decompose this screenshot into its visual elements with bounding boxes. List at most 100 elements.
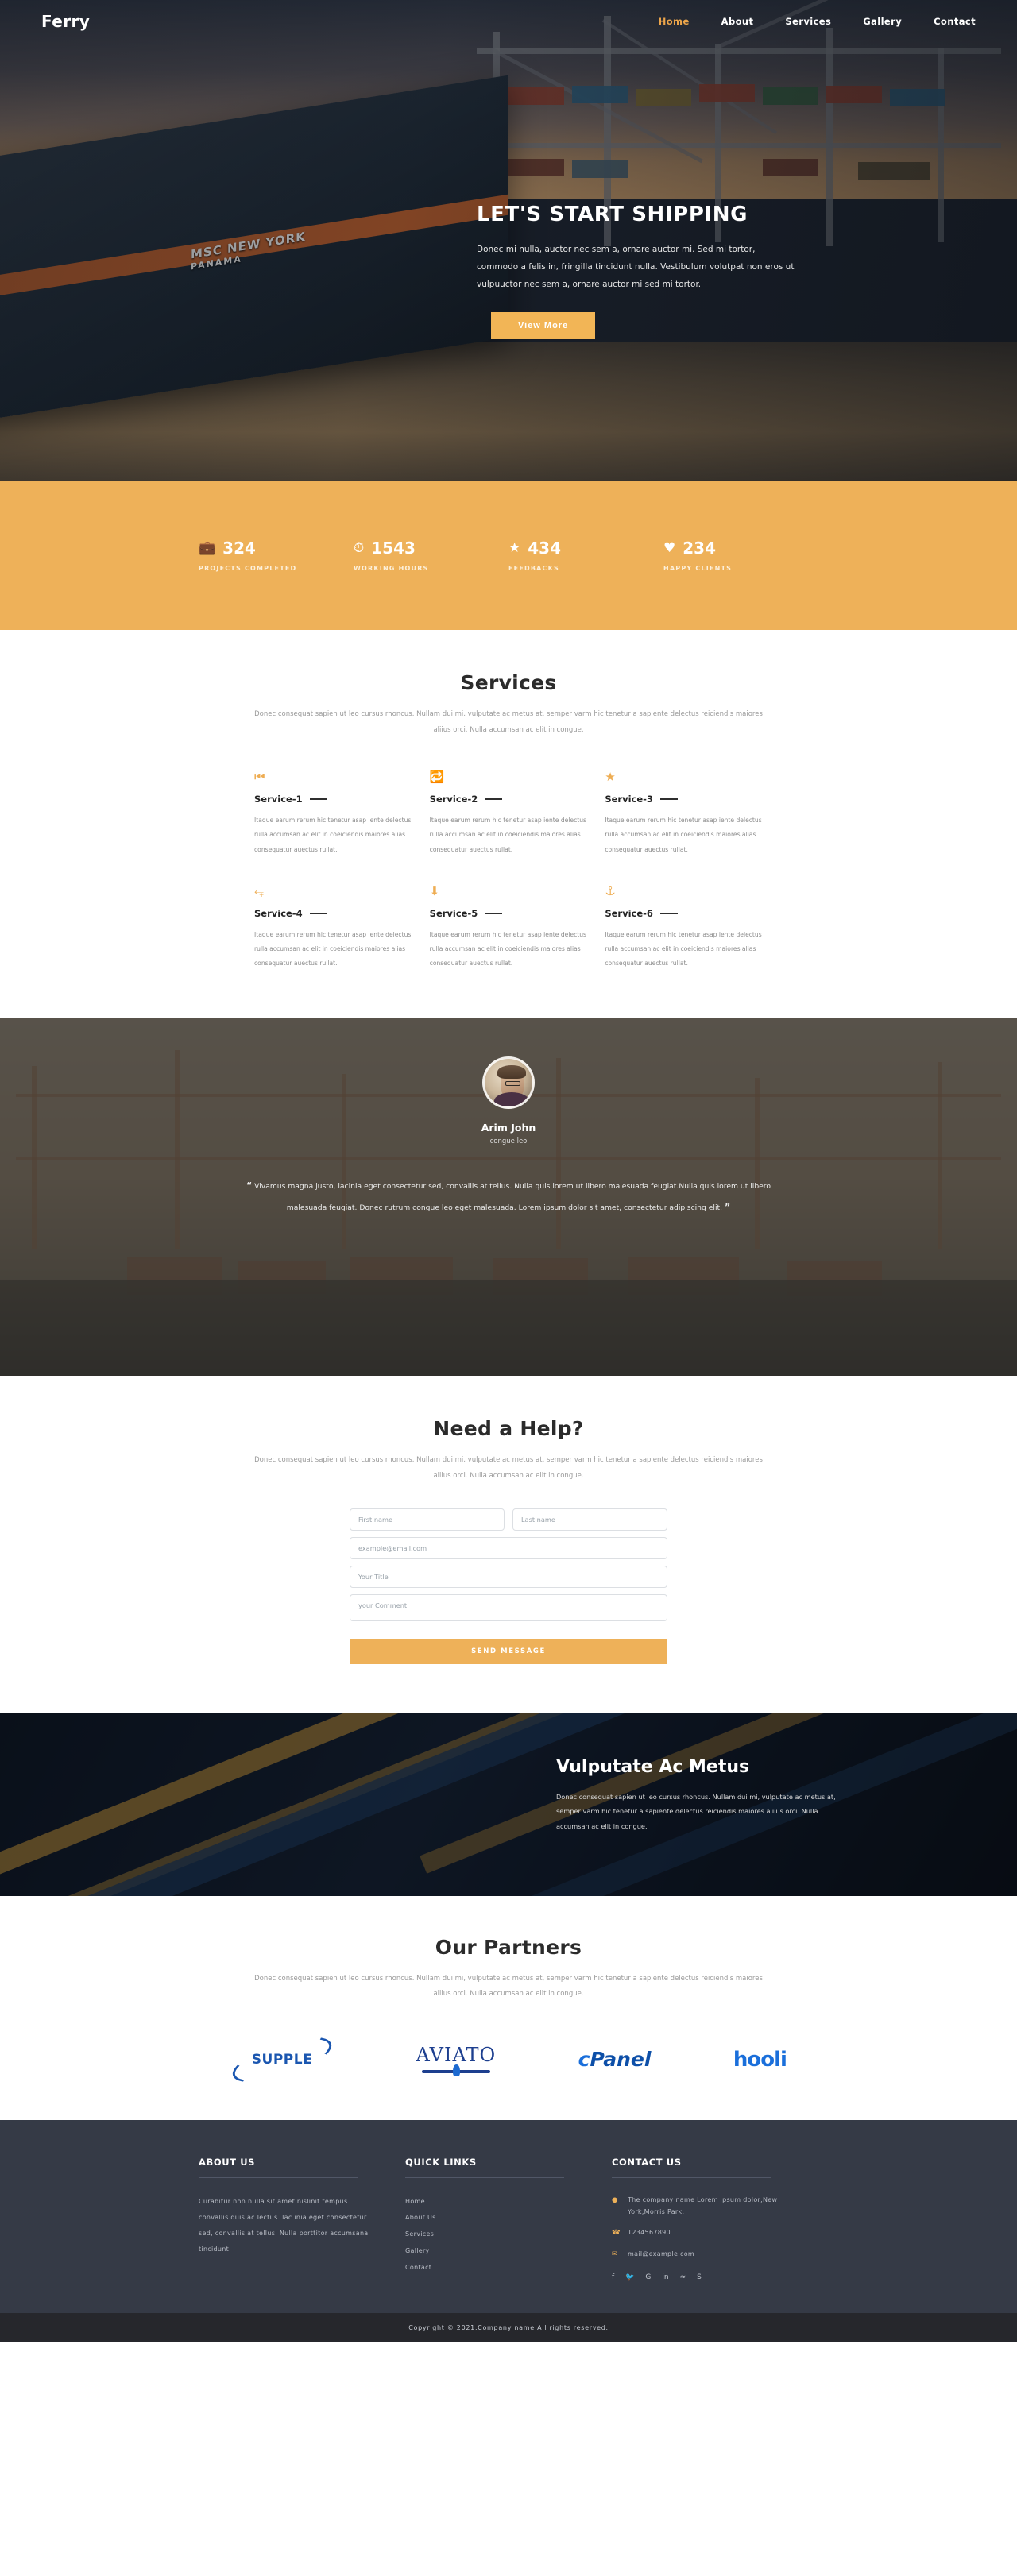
footer-contact-heading: CONTACT US (612, 2157, 771, 2178)
main-navigation: Ferry Home About Services Gallery Contac… (0, 0, 1017, 43)
partner-logo-aviato[interactable]: AVIATO (416, 2044, 497, 2077)
service-card[interactable]: ★ Service-3 Itaque earum rerum hic tenet… (605, 771, 763, 857)
linkedin-icon[interactable]: in (662, 2273, 668, 2281)
contact-form-subtitle: Donec consequat sapien ut leo cursus rho… (254, 1456, 763, 1480)
email-input[interactable] (350, 1536, 667, 1559)
phone-icon: ☎ (612, 2228, 621, 2237)
service-card[interactable]: 🔁 Service-2 Itaque earum rerum hic tenet… (430, 771, 588, 857)
footer-link-about-us[interactable]: About Us (405, 2210, 580, 2226)
hero-title: LET'S START SHIPPING (477, 203, 748, 226)
partner-name-part1: c (578, 2048, 590, 2072)
footer-link-contact[interactable]: Contact (405, 2260, 580, 2277)
footer-link-gallery[interactable]: Gallery (405, 2243, 580, 2260)
partner-name: AVIATO (416, 2044, 497, 2067)
footer-address: The company name Lorem ipsum dolor,New Y… (628, 2196, 778, 2215)
comment-textarea[interactable] (350, 1593, 667, 1621)
fast-backward-icon: ⏮ (254, 770, 265, 785)
testimonial-quote: “ Vivamus magna justo, lacinia eget cons… (234, 1176, 783, 1218)
footer-phone-row[interactable]: ☎ 1234567890 (612, 2226, 787, 2239)
service-text: Itaque earum rerum hic tenetur asap ient… (605, 817, 762, 853)
anchor-icon: ⚓ (605, 883, 616, 898)
service-name: Service-1 (254, 794, 303, 805)
site-footer: ABOUT US Curabitur non nulla sit amet ni… (0, 2119, 1017, 2343)
testimonial-author-name: Arim John (481, 1122, 536, 1134)
footer-email-row[interactable]: ✉ mail@example.com (612, 2248, 787, 2261)
arrow-circle-down-icon: ⬇ (429, 883, 440, 898)
service-name: Service-2 (429, 794, 478, 805)
site-logo[interactable]: Ferry (41, 12, 90, 31)
partners-subtitle: Donec consequat sapien ut leo cursus rho… (254, 1974, 763, 1999)
testimonial-author-role: congue leo (489, 1137, 528, 1146)
partner-logo-supple[interactable]: SUPPLE (227, 2027, 337, 2091)
heart-icon: ♥ (663, 539, 676, 556)
skype-icon[interactable]: S (697, 2273, 702, 2281)
service-card[interactable]: ⏮ Service-1 Itaque earum rerum hic tenet… (254, 771, 412, 857)
service-card[interactable]: ⬇ Service-5 Itaque earum rerum hic tenet… (429, 883, 588, 971)
partner-logo-cpanel[interactable]: cPanel (578, 2044, 652, 2076)
stat-value: 434 (528, 539, 561, 558)
vulputate-text: Donec consequat sapien ut leo cursus rho… (556, 1792, 836, 1831)
divider (659, 912, 678, 914)
google-plus-icon[interactable]: G (645, 2273, 651, 2281)
divider (309, 912, 327, 914)
nav-item-contact[interactable]: Contact (934, 16, 976, 27)
envelope-icon: ✉ (612, 2250, 618, 2259)
partners-title: Our Partners (435, 1935, 582, 1959)
vulputate-title: Vulputate Ac Metus (556, 1756, 750, 1777)
map-marker-icon: ● (612, 2196, 618, 2204)
partner-name: SUPPLE (251, 2051, 313, 2068)
briefcase-icon: 💼 (199, 539, 216, 556)
partner-logo-hooli[interactable]: hooli (733, 2044, 787, 2076)
footer-quicklinks-column: QUICK LINKS Home About Us Services Galle… (405, 2157, 612, 2282)
star-icon: ★ (605, 770, 616, 785)
title-input[interactable] (350, 1565, 667, 1588)
last-name-input[interactable] (512, 1508, 667, 1531)
share-square-icon: 🔁 (429, 770, 445, 785)
star-icon: ★ (508, 539, 521, 556)
service-text: Itaque earum rerum hic tenetur asap ient… (429, 930, 587, 967)
stat-working-hours: ⏱ 1543 WORKING HOURS (354, 539, 508, 572)
footer-phone: 1234567890 (628, 2228, 671, 2236)
quote-open-icon: “ (246, 1180, 253, 1191)
first-name-input[interactable] (350, 1508, 505, 1531)
nav-item-about[interactable]: About (721, 16, 754, 27)
facebook-icon[interactable]: f (612, 2273, 614, 2281)
partner-logos: SUPPLE AVIATO cPanel hooli (227, 2027, 787, 2091)
footer-about-column: ABOUT US Curabitur non nulla sit amet ni… (199, 2157, 405, 2282)
stat-label: HAPPY CLIENTS (663, 565, 733, 572)
stats-bar: 💼 324 PROJECTS COMPLETED ⏱ 1543 WORKING … (0, 481, 1017, 630)
service-name: Service-3 (605, 794, 653, 805)
footer-link-home[interactable]: Home (405, 2194, 580, 2211)
avatar (482, 1056, 535, 1110)
stat-label: WORKING HOURS (354, 565, 429, 572)
view-more-button[interactable]: View More (491, 312, 596, 340)
partners-section: Our Partners Donec consequat sapien ut l… (0, 1895, 1017, 2120)
service-card[interactable]: ⚓ Service-6 Itaque earum rerum hic tenet… (605, 883, 763, 971)
hero-section: MSC NEW YORK PANAMA Ferry Home About Ser… (0, 0, 1017, 481)
nav-item-services[interactable]: Services (785, 16, 831, 27)
rss-icon[interactable]: ≈ (680, 2273, 686, 2281)
quote-close-icon: ” (724, 1202, 731, 1213)
divider (485, 798, 503, 801)
hero-description: Donec mi nulla, auctor nec sem a, ornare… (477, 245, 795, 290)
nav-item-gallery[interactable]: Gallery (863, 16, 902, 27)
service-card[interactable]: ⥆ Service-4 Itaque earum rerum hic tenet… (254, 883, 412, 971)
social-links: f 🐦 G in ≈ S (612, 2273, 787, 2281)
send-message-button[interactable]: SEND MESSAGE (350, 1638, 667, 1664)
expand-arrows-icon: ⥆ (254, 883, 265, 898)
contact-form-title: Need a Help? (433, 1417, 584, 1441)
footer-about-heading: ABOUT US (199, 2157, 358, 2178)
nav-item-home[interactable]: Home (659, 16, 690, 27)
footer-about-text: Curabitur non nulla sit amet nislinit te… (199, 2197, 369, 2253)
stat-value: 234 (683, 539, 716, 558)
footer-link-services[interactable]: Services (405, 2226, 580, 2243)
twitter-icon[interactable]: 🐦 (625, 2273, 634, 2281)
testimonial-section: Arim John congue leo “ Vivamus magna jus… (0, 1018, 1017, 1377)
services-section: Services Donec consequat sapien ut leo c… (0, 630, 1017, 1019)
testimonial-quote-text: Vivamus magna justo, lacinia eget consec… (254, 1182, 771, 1213)
service-text: Itaque earum rerum hic tenetur asap ient… (605, 930, 762, 967)
partner-name-part2: Panel (590, 2048, 652, 2072)
footer-quicklinks-heading: QUICK LINKS (405, 2157, 564, 2178)
service-text: Itaque earum rerum hic tenetur asap ient… (254, 817, 412, 853)
divider (309, 798, 327, 801)
